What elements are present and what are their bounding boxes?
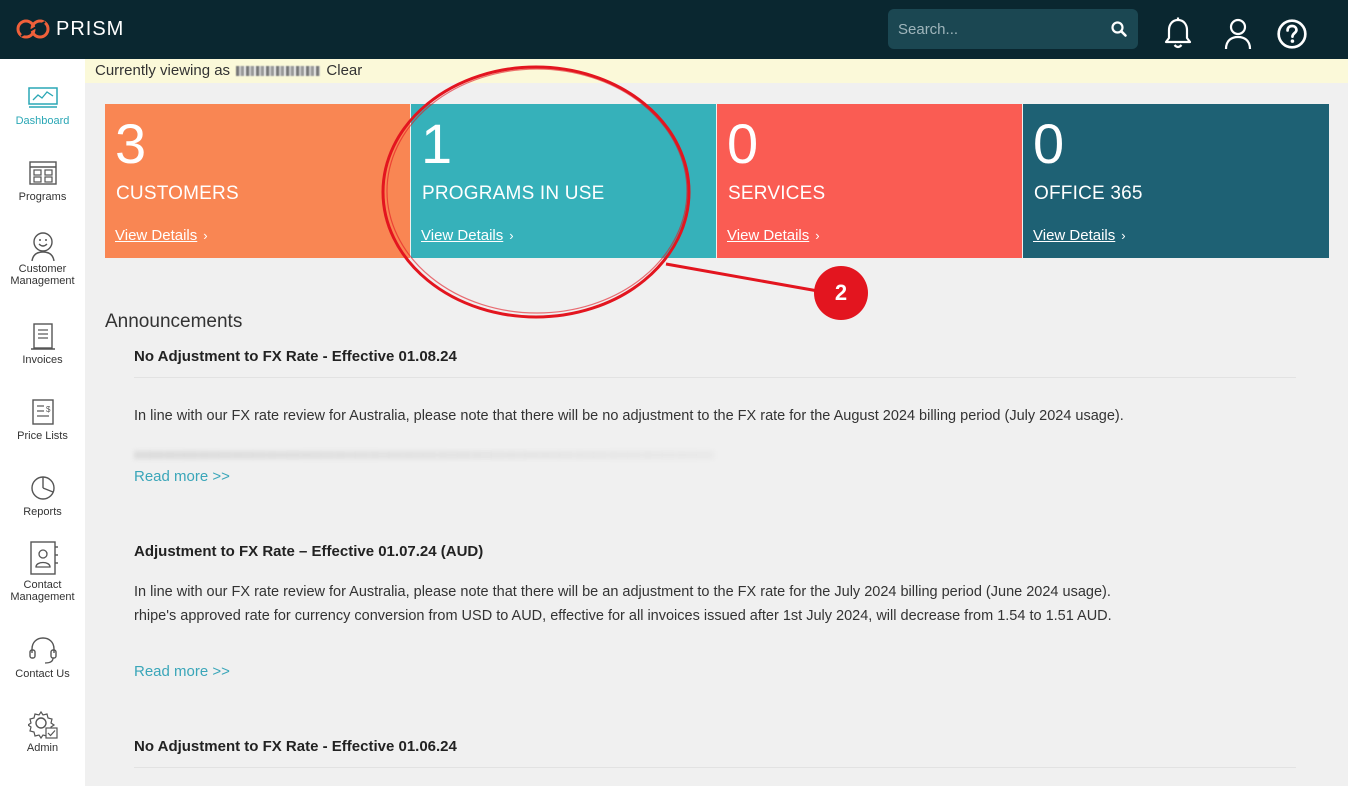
- chevron-right-icon: ›: [815, 228, 820, 243]
- sidebar-item-label: Price Lists: [17, 430, 68, 442]
- bell-icon[interactable]: [1162, 16, 1194, 52]
- viewing-as-bar: Currently viewing as Clear: [85, 59, 1348, 83]
- customers-tile[interactable]: 3 CUSTOMERS View Details ›: [105, 104, 410, 258]
- contact-book-icon: [29, 541, 58, 575]
- annotation-number-badge: 2: [814, 266, 868, 320]
- prism-logo-icon: [16, 19, 50, 39]
- sidebar-item-label: Dashboard: [15, 115, 70, 127]
- annotation-connector: [665, 262, 819, 293]
- sidebar-item-price-lists[interactable]: $ Price Lists: [0, 398, 85, 442]
- announcement-title: No Adjustment to FX Rate - Effective 01.…: [134, 348, 457, 365]
- sidebar-item-customer-management[interactable]: Customer Management: [0, 231, 85, 287]
- sidebar-item-label: Admin: [26, 742, 59, 754]
- tile-count: 1: [421, 112, 453, 175]
- smiley-face-icon: [30, 232, 55, 261]
- tile-count: 0: [1033, 112, 1065, 175]
- tile-count: 0: [727, 112, 759, 175]
- chevron-right-icon: ›: [1121, 228, 1126, 243]
- office-365-tile[interactable]: 0 OFFICE 365 View Details ›: [1023, 104, 1329, 258]
- chevron-right-icon: ›: [203, 228, 208, 243]
- announcement-title: Adjustment to FX Rate – Effective 01.07.…: [134, 543, 484, 560]
- headset-icon: [28, 637, 57, 664]
- dashboard-icon: [27, 87, 58, 108]
- view-details-label: View Details: [421, 227, 504, 244]
- clear-link[interactable]: Clear: [326, 62, 362, 79]
- announcement-body: rhipe's approved rate for currency conve…: [134, 608, 1112, 624]
- tile-label: PROGRAMS IN USE: [422, 183, 605, 204]
- sidebar-item-programs[interactable]: Programs: [0, 159, 85, 203]
- search-box[interactable]: [888, 9, 1138, 49]
- sidebar-item-label: Contact Us: [15, 668, 70, 680]
- admin-gear-icon: [27, 710, 58, 740]
- announcement-item: Adjustment to FX Rate – Effective 01.07.…: [134, 543, 1296, 560]
- sidebar-item-label: Customer Management: [10, 263, 75, 287]
- user-icon[interactable]: [1222, 16, 1254, 52]
- app-name: PRISM: [56, 17, 125, 40]
- chevron-right-icon: ›: [509, 228, 514, 243]
- sidebar-item-label: Programs: [18, 191, 67, 203]
- view-details-link[interactable]: View Details ›: [115, 227, 208, 244]
- sidebar-item-invoices[interactable]: Invoices: [0, 322, 85, 366]
- help-icon[interactable]: [1276, 16, 1308, 52]
- tile-count: 3: [115, 112, 147, 175]
- top-bar: PRISM: [0, 0, 1348, 59]
- viewing-as-label: Currently viewing as: [95, 62, 231, 79]
- announcement-body: In line with our FX rate review for Aust…: [134, 408, 1124, 424]
- view-details-label: View Details: [727, 227, 810, 244]
- divider: [134, 377, 1296, 378]
- read-more-link[interactable]: Read more >>: [134, 468, 230, 485]
- view-details-link[interactable]: View Details ›: [421, 227, 514, 244]
- announcement-title: No Adjustment to FX Rate - Effective 01.…: [134, 738, 457, 755]
- search-input[interactable]: [888, 9, 1098, 49]
- programs-icon: [28, 161, 57, 185]
- tile-label: CUSTOMERS: [116, 183, 239, 204]
- redacted-account-name: [236, 66, 321, 77]
- sidebar-item-label: Reports: [23, 506, 62, 518]
- view-details-label: View Details: [1033, 227, 1116, 244]
- announcement-body: In line with our FX rate review for Aust…: [134, 584, 1111, 600]
- sidebar-item-label: Invoices: [22, 354, 63, 366]
- view-details-link[interactable]: View Details ›: [1033, 227, 1126, 244]
- announcement-item: No Adjustment to FX Rate - Effective 01.…: [134, 348, 1296, 378]
- announcements-heading: Announcements: [105, 311, 243, 332]
- view-details-label: View Details: [115, 227, 198, 244]
- sidebar-item-label: Contact Management: [10, 579, 75, 603]
- sidebar-item-contact-us[interactable]: Contact Us: [0, 636, 85, 680]
- read-more-link[interactable]: Read more >>: [134, 663, 230, 680]
- tile-label: OFFICE 365: [1034, 183, 1143, 204]
- faded-text-overflow: [134, 451, 714, 459]
- prism-logo[interactable]: PRISM: [14, 17, 124, 41]
- divider: [134, 767, 1296, 768]
- sidebar: Dashboard Programs Customer Management I…: [0, 59, 85, 786]
- price-list-icon: $: [31, 399, 54, 425]
- view-details-link[interactable]: View Details ›: [727, 227, 820, 244]
- sidebar-item-admin[interactable]: Admin: [0, 710, 85, 754]
- sidebar-item-reports[interactable]: Reports: [0, 474, 85, 518]
- svg-text:$: $: [46, 405, 51, 414]
- sidebar-item-dashboard[interactable]: Dashboard: [0, 83, 85, 127]
- announcement-item: No Adjustment to FX Rate - Effective 01.…: [134, 738, 1296, 768]
- services-tile[interactable]: 0 SERVICES View Details ›: [717, 104, 1022, 258]
- search-icon[interactable]: [1110, 20, 1128, 38]
- invoice-icon: [30, 323, 55, 350]
- pie-chart-icon: [30, 476, 55, 500]
- tile-label: SERVICES: [728, 183, 826, 204]
- sidebar-item-contact-management[interactable]: Contact Management: [0, 541, 85, 603]
- programs-in-use-tile[interactable]: 1 PROGRAMS IN USE View Details ›: [411, 104, 716, 258]
